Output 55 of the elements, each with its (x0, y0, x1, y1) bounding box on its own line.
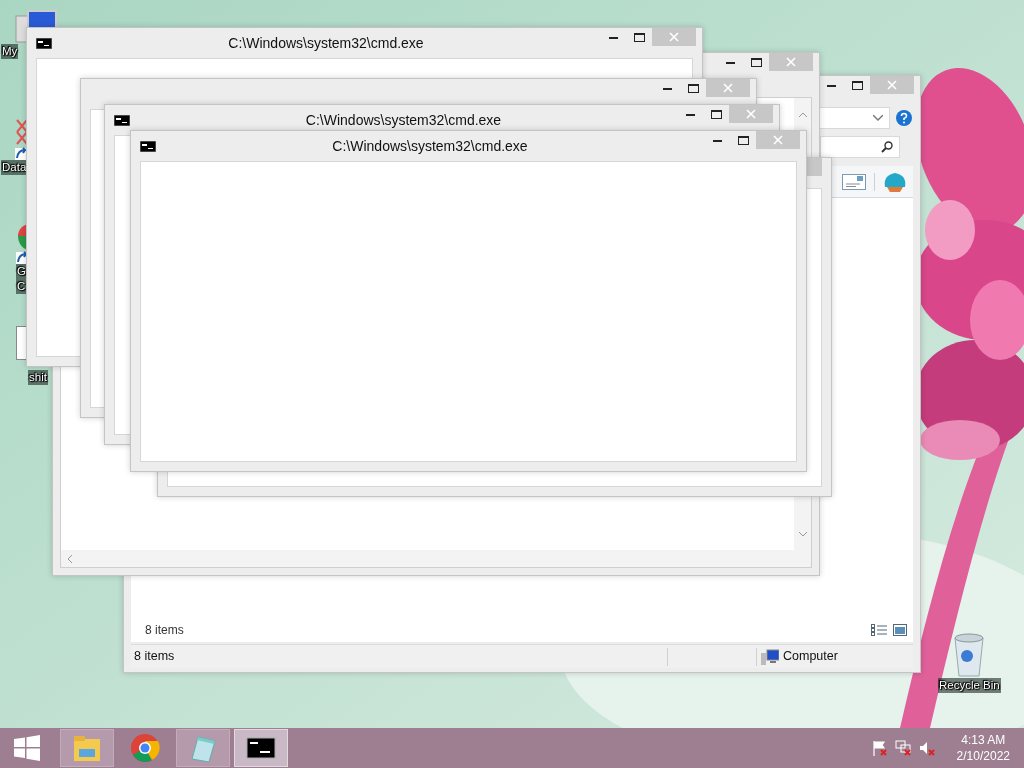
maximize-icon (633, 32, 645, 42)
maximize-icon (687, 83, 699, 93)
close-icon (887, 80, 897, 90)
close-icon (773, 135, 783, 145)
search-icon (881, 141, 893, 153)
details-view-icon[interactable] (871, 624, 887, 636)
minimize-icon (725, 60, 735, 64)
minimize-icon (685, 112, 695, 116)
taskbar-button[interactable] (234, 729, 288, 767)
maximize-icon (851, 80, 863, 90)
shell-icon[interactable] (883, 170, 907, 193)
chrome-icon (130, 733, 160, 763)
computer-icon (761, 648, 779, 665)
icon-label: My (1, 44, 19, 59)
preview-view-icon[interactable] (893, 624, 907, 636)
close-icon (786, 57, 796, 67)
maximize-icon (710, 109, 722, 119)
scroll-down-icon (798, 531, 807, 537)
window-title: C:\Windows\system32\cmd.exe (304, 111, 503, 130)
minimize-icon (662, 86, 672, 90)
dropdown-icon (873, 115, 883, 121)
item-count: 8 items (145, 622, 184, 639)
windows-logo-icon (14, 735, 40, 761)
flag-icon[interactable] (870, 740, 887, 756)
clock-date[interactable]: 2/10/2022 (956, 748, 1010, 764)
close-icon (746, 109, 756, 119)
icon-label: shit (28, 370, 48, 385)
horizontal-scrollbar[interactable] (61, 550, 811, 567)
close-icon (723, 83, 733, 93)
volume-icon[interactable] (918, 740, 935, 756)
search-field[interactable] (820, 136, 900, 158)
status-text: Computer (783, 648, 838, 666)
window-title: C:\Windows\system32\cmd.exe (331, 137, 529, 156)
window-title: C:\Windows\system32\cmd.exe (227, 34, 425, 53)
maximize-icon (737, 135, 749, 145)
close-icon (669, 32, 679, 42)
console-icon (114, 115, 130, 126)
status-text: 8 items (133, 648, 176, 666)
network-icon[interactable] (894, 740, 911, 756)
scroll-up-icon (798, 111, 807, 117)
minimize-icon (608, 35, 618, 39)
icon-label: C (16, 279, 27, 294)
help-icon[interactable] (896, 110, 912, 126)
icon-label: Recycle Bin (938, 678, 1001, 693)
maximize-icon (750, 57, 762, 67)
folder-icon (72, 733, 102, 763)
minimize-icon (712, 138, 722, 142)
console-icon (36, 38, 52, 49)
envelope-icon[interactable] (842, 173, 866, 190)
scroll-left-icon (67, 554, 72, 563)
notepad-icon (188, 733, 218, 763)
console-icon (140, 141, 156, 152)
clock-time[interactable]: 4:13 AM (956, 732, 1010, 748)
icon-label: G (16, 264, 27, 279)
minimize-icon (826, 83, 836, 87)
